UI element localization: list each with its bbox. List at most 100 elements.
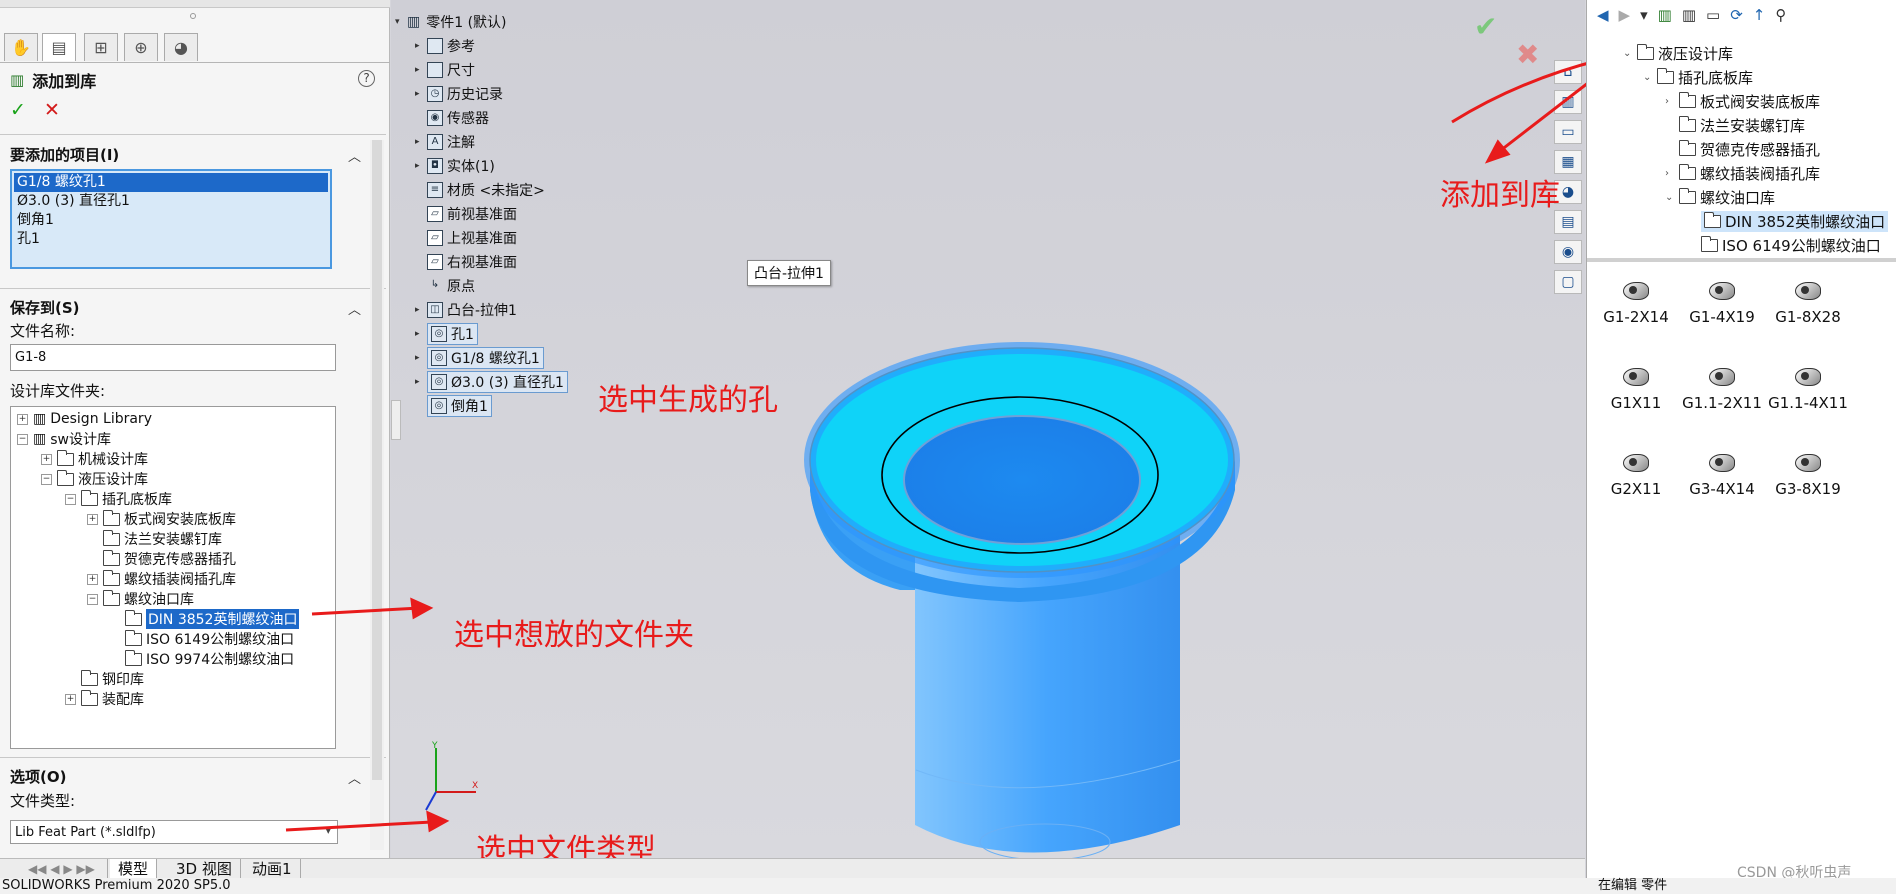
save-section-title[interactable]: 保存到(S): [10, 297, 80, 318]
feature-item[interactable]: ≡ 材质 <未指定>: [415, 180, 545, 200]
up-icon[interactable]: ↑: [1753, 6, 1766, 24]
list-item[interactable]: 倒角1: [14, 211, 328, 230]
lib-node-flange[interactable]: 法兰安装螺钉库: [1665, 114, 1805, 136]
lib-node-cartridge[interactable]: ⌄ 插孔底板库: [1643, 66, 1753, 88]
refresh-icon[interactable]: ⟳: [1730, 6, 1743, 24]
filename-input[interactable]: G1-8: [10, 344, 336, 371]
ok-button[interactable]: ✓: [10, 99, 26, 121]
list-item[interactable]: Ø3.0 (3) 直径孔1: [14, 192, 328, 211]
feature-item[interactable]: ▱ 右视基准面: [415, 252, 517, 272]
lib-node-plate[interactable]: › 板式阀安装底板库: [1665, 90, 1820, 112]
panel-grip[interactable]: [190, 13, 196, 19]
dropdown-icon[interactable]: ▾: [1640, 6, 1648, 24]
library-part[interactable]: G2X11: [1593, 454, 1679, 498]
feature-item-selected[interactable]: ▸ ◎ Ø3.0 (3) 直径孔1: [415, 371, 568, 393]
library-part[interactable]: G1-2X14: [1593, 282, 1679, 326]
feature-manager-tab-icon[interactable]: ✋: [4, 33, 38, 61]
collapse-chevron-icon[interactable]: ︿: [348, 146, 361, 165]
library-folder-tree[interactable]: + ▥ Design Library − ▥ sw设计库 + 机械设计库 − 液压设计库 −…: [10, 406, 336, 749]
feature-item[interactable]: ▱ 上视基准面: [415, 228, 517, 248]
add-existing-folder-icon[interactable]: ▥: [1682, 6, 1696, 24]
library-part[interactable]: G1.1-2X11: [1679, 368, 1765, 412]
config-manager-tab-icon[interactable]: ⊞: [84, 33, 118, 61]
feature-item-selected[interactable]: ▸ ◎ 孔1: [415, 323, 478, 345]
filetype-select[interactable]: Lib Feat Part (*.sldlfp) ▾: [10, 820, 338, 844]
tree-node-stamp[interactable]: 钢印库: [65, 669, 144, 689]
create-new-folder-icon[interactable]: ▭: [1706, 6, 1720, 24]
tree-node-hyd[interactable]: − 液压设计库: [41, 469, 148, 489]
tree-node-thread-cart[interactable]: + 螺纹插装阀插孔库: [87, 569, 236, 589]
folder-icon: [1657, 67, 1674, 84]
tab-model[interactable]: 模型: [110, 859, 158, 879]
feature-item-selected[interactable]: ▸ ◎ G1/8 螺纹孔1: [415, 347, 544, 369]
library-part[interactable]: G3-8X19: [1765, 454, 1851, 498]
dimxpert-tab-icon[interactable]: ⊕: [124, 33, 158, 61]
lib-node-iso6149[interactable]: ISO 6149公制螺纹油口: [1687, 234, 1881, 256]
file-explorer-icon[interactable]: ▭: [1554, 120, 1582, 144]
pin-icon[interactable]: ⚲: [1775, 6, 1786, 24]
folder-icon: [1679, 91, 1696, 108]
design-library-icon[interactable]: ▥: [1554, 90, 1582, 114]
tree-node-cartridge[interactable]: − 插孔底板库: [65, 489, 172, 509]
options-section-title[interactable]: 选项(O): [10, 766, 66, 787]
collapse-chevron-icon[interactable]: ︿: [348, 299, 361, 318]
lib-node-hyd[interactable]: ⌄ 液压设计库: [1623, 42, 1733, 64]
forum-icon[interactable]: ▢: [1554, 270, 1582, 294]
cancel-button[interactable]: ✕: [44, 99, 60, 121]
feature-item[interactable]: ▸ ◘ 实体(1): [415, 156, 495, 176]
confirm-check-icon[interactable]: ✔: [1474, 10, 1497, 43]
tree-node-sw[interactable]: − ▥ sw设计库: [17, 429, 111, 449]
help-icon[interactable]: ?: [358, 70, 375, 87]
back-icon[interactable]: ◀: [1597, 6, 1609, 24]
pane-splitter[interactable]: [1587, 258, 1896, 262]
tab-3d-view[interactable]: 3D 视图: [168, 859, 241, 879]
items-section-title[interactable]: 要添加的项目(I): [10, 144, 119, 165]
library-part[interactable]: G1X11: [1593, 368, 1679, 412]
tree-node-flange[interactable]: 法兰安装螺钉库: [87, 529, 222, 549]
list-item[interactable]: G1/8 螺纹孔1: [14, 173, 328, 192]
feature-item[interactable]: ▸ 尺寸: [415, 60, 475, 80]
panel-scrollbar[interactable]: [370, 140, 384, 850]
feature-item[interactable]: ▸ A 注解: [415, 132, 475, 152]
add-to-library-icon[interactable]: ▥: [1658, 6, 1672, 24]
scroll-thumb[interactable]: [372, 140, 382, 780]
tree-node-din[interactable]: DIN 3852英制螺纹油口: [109, 609, 300, 629]
feature-item-selected[interactable]: ◎ 倒角1: [415, 395, 492, 417]
feature-item[interactable]: ▸ ◫ 凸台-拉伸1: [415, 300, 517, 320]
lib-node-hydac[interactable]: 贺德克传感器插孔: [1665, 138, 1820, 160]
feature-item[interactable]: ▸ ◷ 历史记录: [415, 84, 503, 104]
display-manager-tab-icon[interactable]: ◕: [164, 33, 198, 61]
tab-motion-study[interactable]: 动画1: [244, 859, 301, 879]
collapse-chevron-icon[interactable]: ︿: [348, 768, 361, 787]
feature-item[interactable]: ▸ 参考: [415, 36, 475, 56]
feature-item[interactable]: ◉ 传感器: [415, 108, 489, 128]
tree-node-hydac[interactable]: 贺德克传感器插孔: [87, 549, 236, 569]
library-part[interactable]: G1-4X19: [1679, 282, 1765, 326]
tree-node-iso6149[interactable]: ISO 6149公制螺纹油口: [109, 629, 294, 649]
tree-node-assembly[interactable]: + 装配库: [65, 689, 144, 709]
tab-navigation-arrows[interactable]: ◀◀ ◀ ▶ ▶▶: [20, 859, 108, 879]
lib-node-thread-cart[interactable]: › 螺纹插装阀插孔库: [1665, 162, 1820, 184]
lib-node-thread-port[interactable]: ⌄ 螺纹油口库: [1665, 186, 1775, 208]
part-model[interactable]: [790, 340, 1250, 860]
tree-node-plate[interactable]: + 板式阀安装底板库: [87, 509, 236, 529]
feature-root[interactable]: ▾ ▥ 零件1 (默认): [395, 12, 507, 32]
library-part[interactable]: G3-4X14: [1679, 454, 1765, 498]
library-part[interactable]: G1.1-4X11: [1765, 368, 1851, 412]
confirm-cancel-icon[interactable]: ✖: [1516, 38, 1539, 71]
feature-item[interactable]: ▱ 前视基准面: [415, 204, 517, 224]
home-icon[interactable]: ⌂: [1554, 60, 1582, 84]
tree-node-mech[interactable]: + 机械设计库: [41, 449, 148, 469]
library-part[interactable]: G1-8X28: [1765, 282, 1851, 326]
property-manager-tab-icon[interactable]: ▤: [42, 33, 76, 61]
lib-node-din[interactable]: DIN 3852英制螺纹油口: [1687, 210, 1889, 232]
tree-node-design-library[interactable]: + ▥ Design Library: [17, 409, 152, 429]
items-listbox[interactable]: G1/8 螺纹孔1 Ø3.0 (3) 直径孔1 倒角1 孔1: [10, 169, 332, 269]
forward-icon[interactable]: ▶: [1619, 6, 1631, 24]
list-item[interactable]: 孔1: [14, 230, 328, 249]
feature-item[interactable]: ↳ 原点: [415, 276, 475, 296]
tree-node-iso9974[interactable]: ISO 9974公制螺纹油口: [109, 649, 294, 669]
solidworks-resources-icon[interactable]: ◉: [1554, 240, 1582, 264]
panel-resize-handle[interactable]: [391, 400, 401, 440]
tree-node-thread-port[interactable]: − 螺纹油口库: [87, 589, 194, 609]
